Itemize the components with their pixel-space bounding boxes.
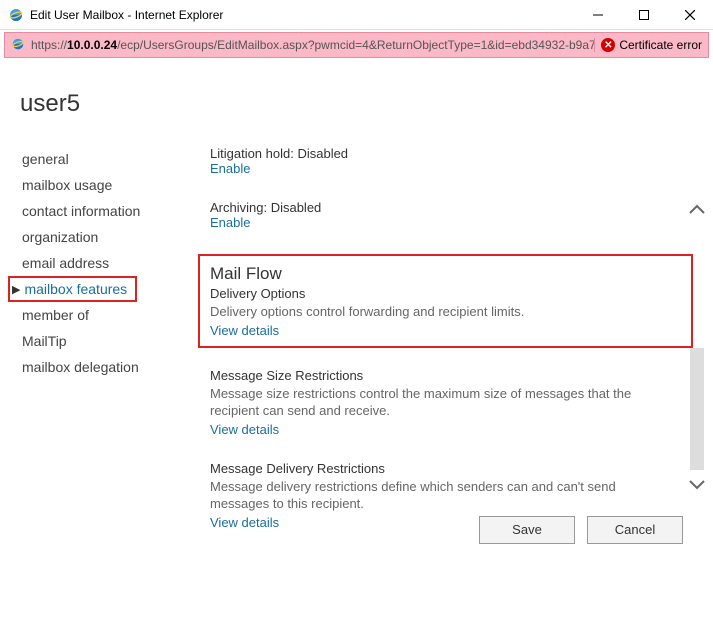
footer-buttons: Save Cancel xyxy=(479,516,683,544)
message-delivery-subheading: Message Delivery Restrictions xyxy=(210,461,653,476)
window-close-button[interactable] xyxy=(667,0,713,30)
enable-litigation-hold-link[interactable]: Enable xyxy=(210,161,653,176)
sidebar-item-email-address[interactable]: email address xyxy=(20,250,190,276)
sidebar-item-member-of[interactable]: member of xyxy=(20,302,190,328)
caret-right-icon: ▶ xyxy=(12,283,20,296)
mail-flow-heading: Mail Flow xyxy=(210,264,681,284)
certificate-error-badge[interactable]: ✕ Certificate error xyxy=(594,38,702,52)
message-size-desc: Message size restrictions control the ma… xyxy=(210,385,653,420)
sidebar-item-label: mailbox features xyxy=(24,281,127,297)
message-size-section: Message Size Restrictions Message size r… xyxy=(210,368,653,437)
certificate-error-label: Certificate error xyxy=(619,38,702,52)
scroll-up-icon[interactable] xyxy=(688,200,706,218)
delivery-options-view-details-link[interactable]: View details xyxy=(210,323,681,338)
enable-archiving-link[interactable]: Enable xyxy=(210,215,653,230)
archiving-section: Archiving: Disabled Enable xyxy=(210,200,653,230)
save-button[interactable]: Save xyxy=(479,516,575,544)
sidebar-item-mailbox-delegation[interactable]: mailbox delegation xyxy=(20,354,190,380)
url-host: 10.0.0.24 xyxy=(67,38,117,52)
delivery-options-desc: Delivery options control forwarding and … xyxy=(210,303,681,321)
window-minimize-button[interactable] xyxy=(575,0,621,30)
archiving-status: Archiving: Disabled xyxy=(210,200,653,215)
sidebar-item-contact-information[interactable]: contact information xyxy=(20,198,190,224)
window-titlebar: Edit User Mailbox - Internet Explorer xyxy=(0,0,713,30)
internet-explorer-icon xyxy=(11,37,27,53)
internet-explorer-icon xyxy=(8,7,24,23)
litigation-hold-section: Litigation hold: Disabled Enable xyxy=(210,146,653,176)
sidebar-item-organization[interactable]: organization xyxy=(20,224,190,250)
sidebar-item-mailbox-usage[interactable]: mailbox usage xyxy=(20,172,190,198)
message-delivery-desc: Message delivery restrictions define whi… xyxy=(210,478,653,513)
url-path: /ecp/UsersGroups/EditMailbox.aspx?pwmcid… xyxy=(117,38,594,52)
address-url: https://10.0.0.24/ecp/UsersGroups/EditMa… xyxy=(31,38,594,52)
address-bar[interactable]: https://10.0.0.24/ecp/UsersGroups/EditMa… xyxy=(4,32,709,58)
sidebar-item-mailbox-features[interactable]: ▶ mailbox features xyxy=(8,276,137,302)
scroll-track[interactable] xyxy=(690,348,704,470)
scrollbar[interactable] xyxy=(687,200,707,494)
message-size-view-details-link[interactable]: View details xyxy=(210,422,653,437)
mail-flow-section: Mail Flow Delivery Options Delivery opti… xyxy=(198,254,693,348)
content-pane: Litigation hold: Disabled Enable Archivi… xyxy=(190,146,683,554)
litigation-hold-status: Litigation hold: Disabled xyxy=(210,146,653,161)
scroll-down-icon[interactable] xyxy=(688,476,706,494)
page-title: user5 xyxy=(20,90,683,118)
window-maximize-button[interactable] xyxy=(621,0,667,30)
cancel-button[interactable]: Cancel xyxy=(587,516,683,544)
message-size-subheading: Message Size Restrictions xyxy=(210,368,653,383)
delivery-options-subheading: Delivery Options xyxy=(210,286,681,301)
sidebar-nav: general mailbox usage contact informatio… xyxy=(20,146,190,380)
error-icon: ✕ xyxy=(601,38,615,52)
sidebar-item-mailtip[interactable]: MailTip xyxy=(20,328,190,354)
url-prefix: https:// xyxy=(31,38,67,52)
sidebar-item-general[interactable]: general xyxy=(20,146,190,172)
window-title: Edit User Mailbox - Internet Explorer xyxy=(30,8,575,22)
